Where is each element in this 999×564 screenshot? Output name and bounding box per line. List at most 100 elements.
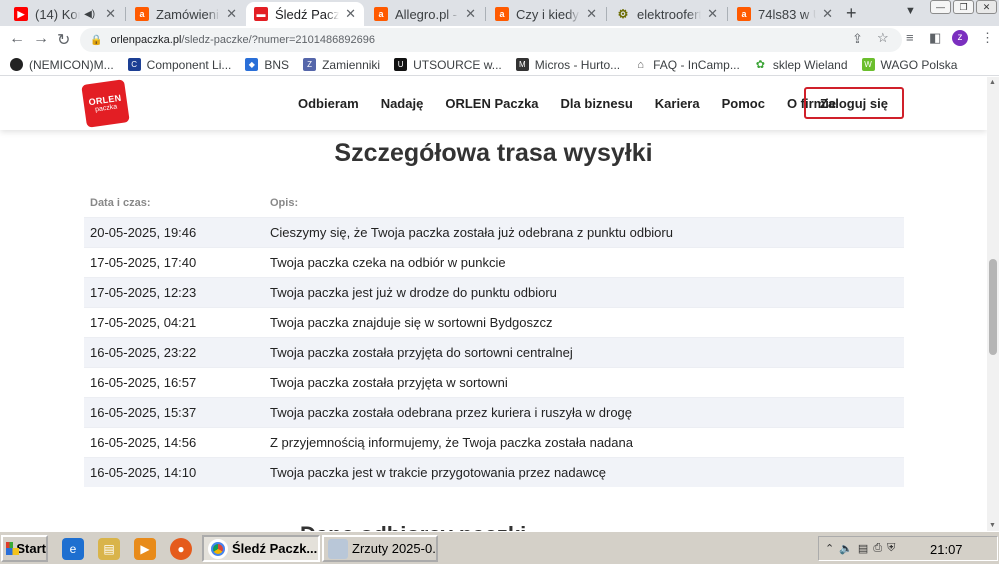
tab-74ls83[interactable]: a 74ls83 w Układy ✕: [729, 2, 841, 26]
row-description: Twoja paczka jest już w drodze do punktu…: [270, 285, 557, 300]
scrollbar-thumb[interactable]: [989, 259, 997, 355]
close-icon[interactable]: ✕: [226, 6, 237, 22]
menu-kebab-icon[interactable]: ⋮: [981, 30, 994, 46]
close-icon[interactable]: ✕: [465, 6, 476, 22]
maximize-button[interactable]: ❐: [953, 0, 974, 14]
close-icon[interactable]: ✕: [586, 6, 597, 22]
row-description: Twoja paczka znajduje się w sortowni Byd…: [270, 315, 553, 330]
volume-icon[interactable]: 🔈: [839, 542, 853, 555]
bookmark-label: WAGO Polska: [880, 57, 958, 72]
faq-icon: ⌂: [637, 58, 644, 71]
taskbar-clock: 21:07: [930, 542, 963, 557]
nav-kariera[interactable]: Kariera: [655, 96, 700, 111]
forward-arrow-icon[interactable]: →: [33, 30, 49, 48]
address-bar[interactable]: 🔒 orlenpaczka.pl/sledz-paczke/?numer=210…: [80, 28, 902, 52]
bookmark-label: UTSOURCE w...: [413, 57, 502, 72]
file-explorer-icon[interactable]: ▤: [98, 538, 120, 560]
table-row: 16-05-2025, 23:22 Twoja paczka została pr…: [84, 337, 904, 367]
tab-czy-i-kiedy[interactable]: a Czy i kiedy zrobić ✕: [487, 2, 605, 26]
nav-pomoc[interactable]: Pomoc: [722, 96, 765, 111]
tab-title: elektrooferta.pl: [637, 6, 702, 22]
micros-icon: M: [515, 58, 529, 71]
minimize-button[interactable]: —: [930, 0, 951, 14]
bookmark-wago-polska[interactable]: W WAGO Polska: [861, 57, 958, 72]
back-arrow-icon[interactable]: ←: [9, 30, 25, 48]
scroll-down-arrow-icon[interactable]: ▼: [989, 522, 996, 529]
nav-odbieram[interactable]: Odbieram: [298, 96, 359, 111]
bookmark-label: FAQ - InCamp...: [653, 57, 740, 72]
row-datetime: 20-05-2025, 19:46: [90, 225, 197, 240]
bookmark-zamienniki[interactable]: Z Zamienniki: [303, 58, 380, 72]
taskbar: Start e ▤ ▶ ● Śledź Paczk... Zrzuty 2025…: [0, 531, 999, 564]
tab-sledz-paczke[interactable]: ▬ Śledź Paczkę ✕: [246, 2, 364, 26]
window-controls: — ❐ ✕: [930, 0, 997, 14]
tab-search-chevron-icon[interactable]: ▼: [905, 5, 916, 17]
table-row: 17-05-2025, 04:21 Twoja paczka znajduje s…: [84, 307, 904, 337]
bookmark-label: Micros - Hurto...: [534, 57, 621, 72]
security-icon[interactable]: ⛨: [887, 542, 895, 555]
new-tab-button[interactable]: +: [846, 3, 857, 24]
close-icon[interactable]: ✕: [707, 6, 718, 22]
bookmark-sklep-wieland[interactable]: ✿ sklep Wieland: [754, 58, 848, 72]
lock-icon[interactable]: 🔒: [90, 35, 102, 46]
table-row: 16-05-2025, 14:56 Z przyjemnością informu…: [84, 427, 904, 457]
bookmark-faq-incamp[interactable]: ⌂ FAQ - InCamp...: [634, 58, 740, 72]
page-content: ORLEN paczka Odbieram Nadaję ORLEN Paczk…: [0, 77, 987, 531]
zamienniki-icon: Z: [303, 58, 317, 71]
paint-icon: [328, 538, 348, 559]
browser-toolbar: ← → ↻ 🔒 orlenpaczka.pl/sledz-paczke/?num…: [0, 26, 999, 54]
nav-nadaje[interactable]: Nadaję: [381, 96, 424, 111]
bookmark-bns[interactable]: ◆ BNS: [245, 58, 289, 72]
start-button[interactable]: Start: [1, 535, 48, 562]
bookmark-nemicon[interactable]: (NEMICON)M...: [10, 58, 114, 72]
tab-title: Czy i kiedy zrobić: [516, 6, 580, 22]
close-icon[interactable]: ✕: [345, 6, 356, 22]
tab-elektrooferta[interactable]: ⚙ elektrooferta.pl ✕: [608, 2, 726, 26]
task-label: Śledź Paczk...: [232, 541, 318, 556]
gear-icon: ⚙: [617, 7, 629, 21]
task-paint-zrzuty[interactable]: Zrzuty 2025-0...: [322, 535, 438, 562]
reload-icon[interactable]: ↻: [57, 30, 70, 50]
tab-allegro[interactable]: a Allegro.pl - Więcej ✕: [366, 2, 484, 26]
close-icon[interactable]: ✕: [822, 6, 833, 22]
system-tray: ⌃ 🔈 ▤ ⎙ ⛨: [818, 536, 998, 561]
nav-orlen-paczka[interactable]: ORLEN Paczka: [445, 96, 538, 111]
tray-expand-icon[interactable]: ⌃: [825, 542, 834, 555]
login-button[interactable]: Zaloguj się: [804, 87, 904, 119]
tab-zamowienia[interactable]: a Zamówienia ✕: [127, 2, 245, 26]
orlen-icon: ▬: [254, 7, 268, 21]
audio-icon[interactable]: ◀): [84, 9, 95, 20]
window-close-button[interactable]: ✕: [976, 0, 997, 14]
utsource-icon: U: [394, 58, 408, 71]
tab-separator: [485, 7, 486, 21]
media-player-icon[interactable]: ▶: [134, 538, 156, 560]
task-label: Zrzuty 2025-0...: [352, 541, 438, 556]
screen: ▶ (14) Konferencja ◀) ✕ a Zamówienia ✕ ▬…: [0, 0, 999, 564]
network-icon[interactable]: ▤: [858, 542, 868, 555]
bookmark-star-icon[interactable]: ☆: [877, 30, 889, 46]
row-datetime: 16-05-2025, 15:37: [90, 405, 197, 420]
bookmark-utsource[interactable]: U UTSOURCE w...: [394, 58, 502, 72]
nemicon-icon: [10, 58, 23, 71]
page-scrollbar[interactable]: ▲ ▼: [987, 77, 999, 531]
share-icon[interactable]: ⇪: [852, 31, 863, 47]
youtube-icon: ▶: [14, 7, 28, 21]
profile-avatar[interactable]: z: [952, 30, 968, 46]
firefox-icon[interactable]: ●: [170, 538, 192, 560]
printer-icon[interactable]: ⎙: [873, 542, 882, 555]
orlen-paczka-logo[interactable]: ORLEN paczka: [81, 79, 130, 128]
nav-dla-biznesu[interactable]: Dla biznesu: [561, 96, 633, 111]
close-icon[interactable]: ✕: [105, 6, 116, 22]
bookmark-component-library[interactable]: C Component Li...: [127, 58, 231, 72]
tab-youtube[interactable]: ▶ (14) Konferencja ◀) ✕: [6, 2, 124, 26]
row-datetime: 17-05-2025, 12:23: [90, 285, 197, 300]
scroll-up-arrow-icon[interactable]: ▲: [989, 79, 996, 86]
internet-explorer-icon[interactable]: e: [62, 538, 84, 560]
side-panel-icon[interactable]: ◧: [929, 30, 941, 46]
task-chrome-sledz-paczke[interactable]: Śledź Paczk...: [202, 535, 320, 562]
bookmark-micros[interactable]: M Micros - Hurto...: [515, 57, 621, 72]
wieland-icon: ✿: [755, 59, 765, 71]
row-description: Twoja paczka została przyjęta w sortowni: [270, 375, 508, 390]
reading-list-icon[interactable]: ≡: [906, 30, 914, 45]
row-description: Z przyjemnością informujemy, że Twoja pa…: [270, 435, 633, 450]
